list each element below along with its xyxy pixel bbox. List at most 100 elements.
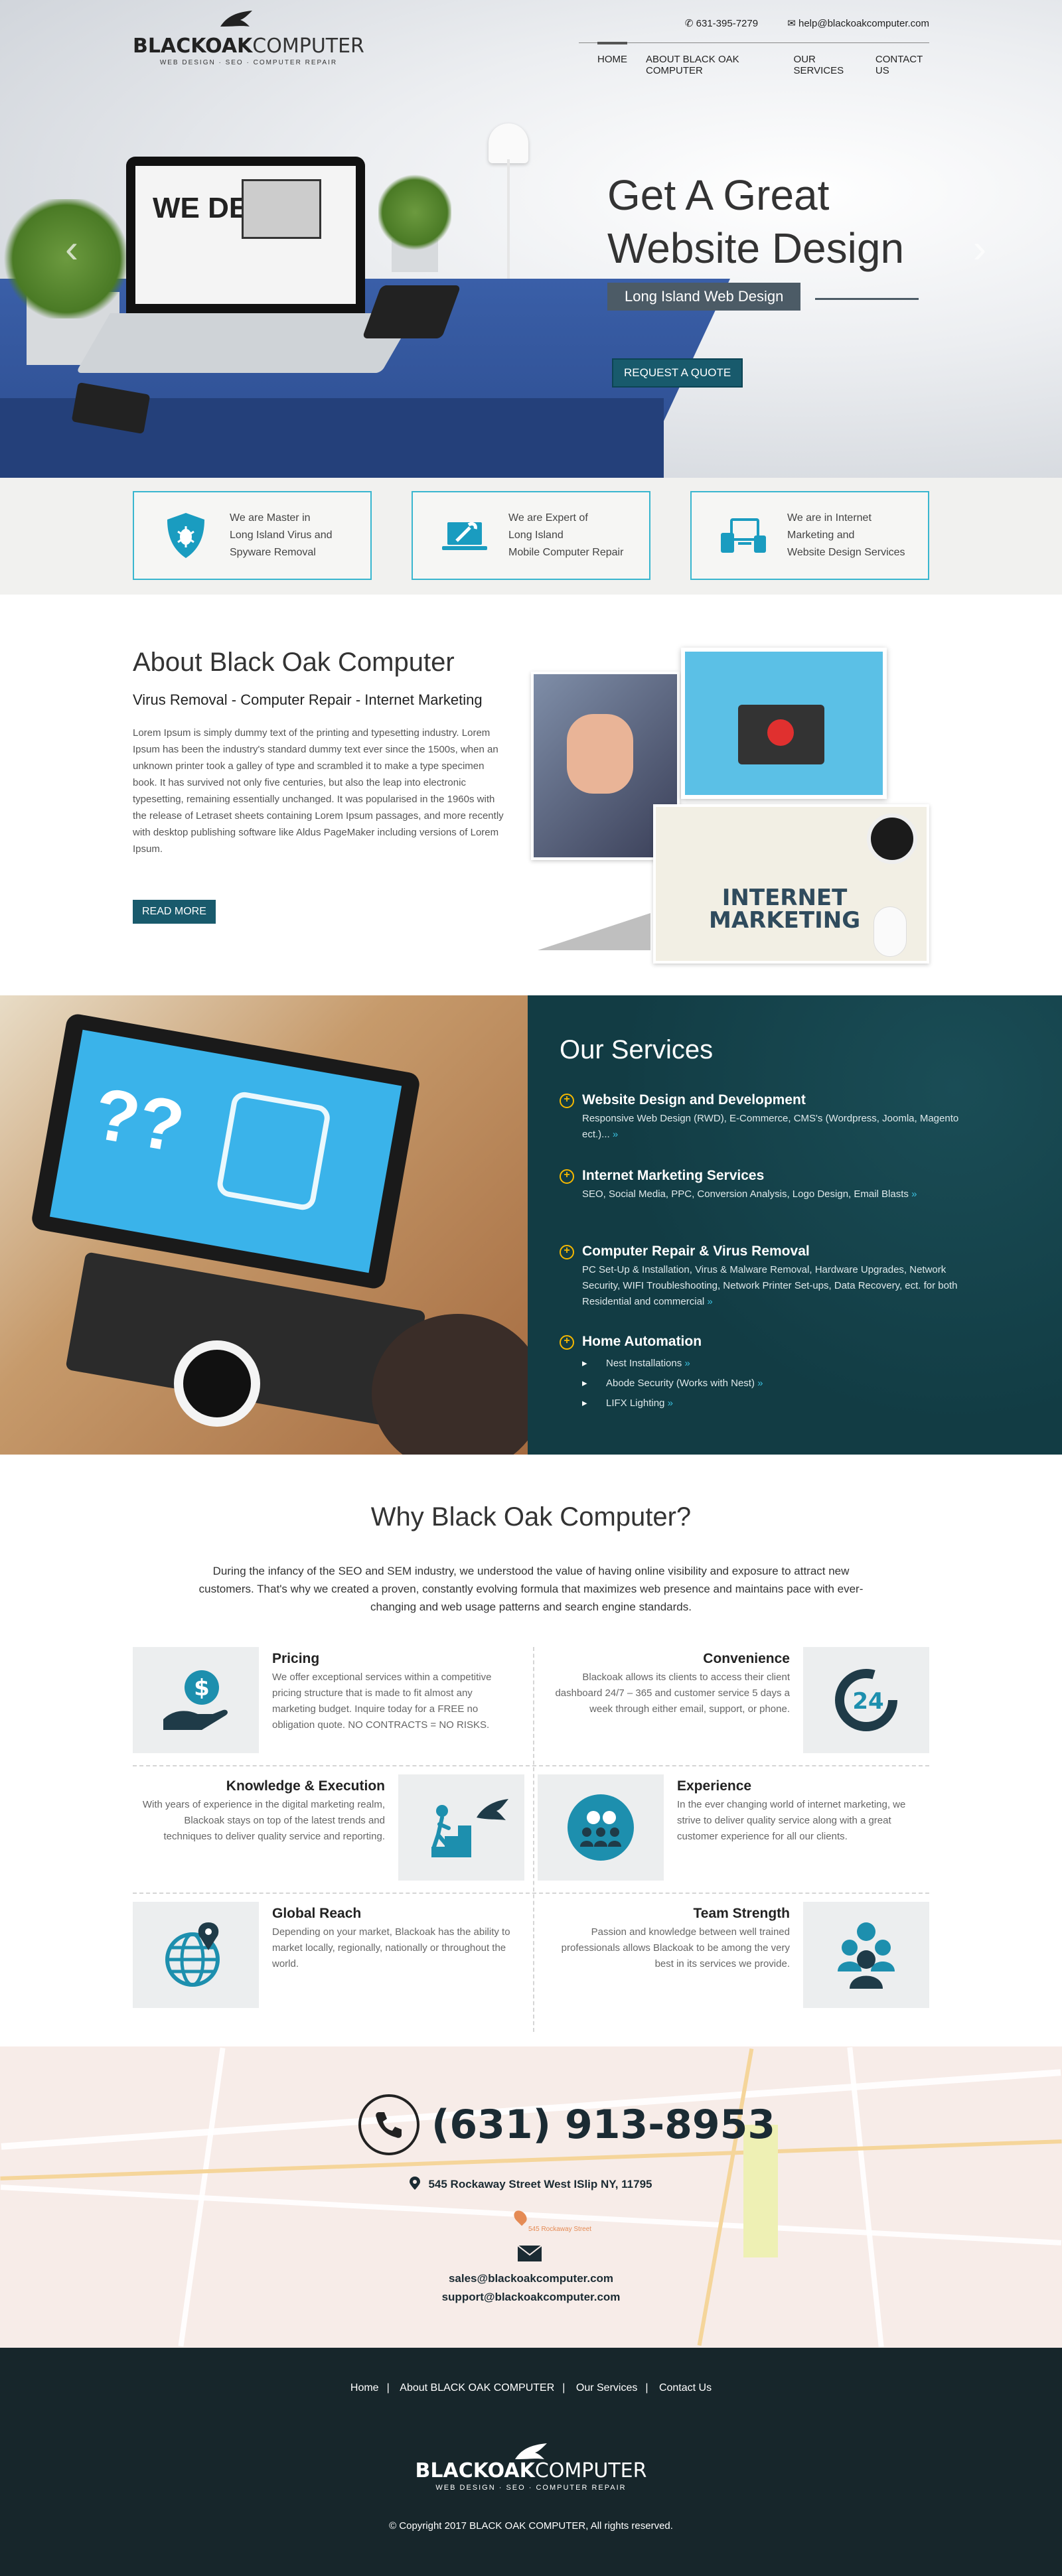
lamp-shade: [489, 123, 528, 163]
nav-home[interactable]: HOME: [597, 42, 628, 76]
why-item-knowledge: Knowledge & Execution With years of expe…: [133, 1774, 524, 1881]
more-arrow-icon[interactable]: »: [668, 1397, 673, 1409]
home-automation-list: Nest Installations » Abode Security (Wor…: [560, 1354, 971, 1413]
about-subtitle: Virus Removal - Computer Repair - Intern…: [133, 691, 483, 708]
support-email-link[interactable]: support@blackoakcomputer.com: [0, 2288, 1062, 2307]
svg-text:24: 24: [852, 1688, 883, 1715]
why-grid: $ Pricing We offer exceptional services …: [133, 1647, 929, 2032]
request-quote-button[interactable]: REQUEST A QUOTE: [612, 358, 743, 388]
question-marks: ??: [88, 1072, 190, 1169]
list-item[interactable]: LIFX Lighting »: [582, 1394, 971, 1413]
why-item-text: Convenience Blackoak allows its clients …: [544, 1651, 790, 1717]
feature-text: We are in Internet Marketing and Website…: [787, 512, 905, 558]
services-laptop-screen: ??: [49, 1029, 402, 1273]
services-laptop: ??: [30, 1012, 421, 1291]
about-collage: INTERNET MARKETING: [531, 648, 929, 964]
read-more-button[interactable]: READ MORE: [133, 900, 216, 924]
slider-next-arrow[interactable]: ›: [973, 226, 986, 271]
feature-text: We are Expert of Long Island Mobile Comp…: [508, 512, 624, 558]
tablet-in-screen: [242, 179, 321, 239]
features-section: We are Master in Long Island Virus and S…: [0, 478, 1062, 595]
feature-box-marketing[interactable]: We are in Internet Marketing and Website…: [690, 491, 929, 580]
collage-hand: [567, 714, 633, 794]
laptop-illustration: WE DESIGN: [76, 157, 416, 373]
footer-link-contact[interactable]: Contact Us: [659, 2382, 712, 2394]
collage-marketing-text: INTERNET MARKETING: [709, 885, 861, 934]
stairs-climber-icon: [418, 1799, 508, 1857]
why-item-title: Convenience: [703, 1651, 790, 1666]
copyright: © Copyright 2017 BLACK OAK COMPUTER, All…: [389, 2520, 673, 2532]
why-item-text: Knowledge & Execution With years of expe…: [139, 1778, 385, 1845]
more-arrow-icon[interactable]: »: [911, 1188, 917, 1200]
service-internet-marketing[interactable]: Internet Marketing Services SEO, Social …: [560, 1168, 971, 1202]
location-pin-icon: [410, 2177, 421, 2190]
more-arrow-icon[interactable]: »: [613, 1129, 618, 1140]
divider-vertical: [533, 1647, 534, 2032]
nav-contact[interactable]: CONTACT US: [875, 54, 929, 76]
more-arrow-icon[interactable]: »: [707, 1296, 712, 1307]
plant-right: [378, 173, 451, 252]
sales-email-link[interactable]: sales@blackoakcomputer.com: [0, 2269, 1062, 2288]
list-item[interactable]: Nest Installations »: [582, 1354, 971, 1374]
collage-marketing-photo: INTERNET MARKETING: [653, 804, 929, 964]
why-item-image: [538, 1774, 664, 1881]
footer-link-services[interactable]: Our Services: [576, 2382, 637, 2394]
footer-logo-tagline: WEB DESIGN · SEO · COMPUTER REPAIR: [435, 2484, 627, 2492]
feature-box-repair[interactable]: We are Expert of Long Island Mobile Comp…: [412, 491, 650, 580]
why-title: Why Black Oak Computer?: [370, 1502, 692, 1532]
footer-link-home[interactable]: Home: [350, 2382, 379, 2394]
mail-icon: [517, 2245, 542, 2261]
slider-prev-arrow[interactable]: ‹: [65, 226, 78, 271]
service-web-design[interactable]: Website Design and Development Responsiv…: [560, 1092, 971, 1143]
more-arrow-icon[interactable]: »: [684, 1358, 690, 1369]
contact-map-section[interactable]: 545 Rockaway Street (631) 913-8953 545 R…: [0, 2046, 1062, 2348]
list-item[interactable]: Abode Security (Works with Nest) »: [582, 1374, 971, 1394]
about-section: About Black Oak Computer Virus Removal -…: [0, 595, 1062, 995]
footer-link-about[interactable]: About BLACK OAK COMPUTER: [400, 2382, 554, 2394]
why-intro: During the infancy of the SEO and SEM in…: [198, 1565, 864, 1613]
phone-icon: [358, 2094, 419, 2155]
service-computer-repair[interactable]: Computer Repair & Virus Removal PC Set-U…: [560, 1244, 971, 1310]
clock-24-icon: 24: [835, 1669, 897, 1731]
divider-horizontal: [133, 1893, 929, 1894]
footer-logo-text: BLACKOAKCOMPUTER: [415, 2459, 647, 2482]
laptop-screen: WE DESIGN: [135, 166, 356, 304]
contact-address: 545 Rockaway Street West ISlip NY, 11795: [0, 2177, 1062, 2191]
contact-phone[interactable]: (631) 913-8953: [358, 2094, 775, 2155]
footer: Home | About BLACK OAK COMPUTER | Our Serv…: [0, 2348, 1062, 2576]
why-item-desc: We offer exceptional services within a c…: [272, 1672, 492, 1731]
footer-nav: Home | About BLACK OAK COMPUTER | Our Serv…: [350, 2382, 712, 2394]
nav-about[interactable]: ABOUT BLACK OAK COMPUTER: [646, 54, 775, 76]
hero-title: Get A Great Website Design: [607, 171, 905, 272]
top-phone[interactable]: ✆ 631-395-7279: [685, 18, 758, 29]
why-item-text: Team Strength Passion and knowledge betw…: [544, 1906, 790, 1972]
more-arrow-icon[interactable]: »: [757, 1378, 763, 1389]
services-section: ?? Our Services Website Design and Devel…: [0, 995, 1062, 1455]
logo[interactable]: BLACKOAKCOMPUTER WEB DESIGN · SEO · COMP…: [133, 11, 364, 66]
why-item-image: [133, 1902, 259, 2008]
why-item-title: Global Reach: [272, 1906, 362, 1921]
service-desc: Responsive Web Design (RWD), E-Commerce,…: [582, 1113, 959, 1140]
nav-services[interactable]: OUR SERVICES: [794, 54, 857, 76]
map-marker-icon[interactable]: [511, 2208, 530, 2226]
biohazard-icon: [767, 719, 794, 746]
why-item-image: 24: [803, 1647, 929, 1753]
footer-logo[interactable]: BLACKOAKCOMPUTER WEB DESIGN · SEO · COMP…: [0, 2442, 1062, 2492]
padlock-icon: [215, 1090, 332, 1212]
service-title: Home Automation: [560, 1334, 971, 1350]
lamp-stand: [507, 159, 510, 279]
why-item-title: Knowledge & Execution: [226, 1778, 385, 1794]
service-home-automation[interactable]: Home Automation Nest Installations » Abo…: [560, 1334, 971, 1413]
logo-tagline: WEB DESIGN · SEO · COMPUTER REPAIR: [159, 59, 338, 66]
top-email[interactable]: ✉ help@blackoakcomputer.com: [787, 18, 929, 29]
social-people-icon: [568, 1794, 634, 1861]
collage-shadow: [538, 913, 650, 950]
why-item-global-reach: Global Reach Depending on your market, B…: [133, 1902, 524, 2008]
why-item-text: Global Reach Depending on your market, B…: [272, 1906, 518, 1972]
feature-box-virus[interactable]: We are Master in Long Island Virus and S…: [133, 491, 372, 580]
services-panel: Our Services Website Design and Developm…: [528, 995, 1062, 1455]
why-item-desc: With years of experience in the digital …: [142, 1799, 385, 1842]
service-title: Internet Marketing Services: [560, 1168, 971, 1184]
why-item-desc: Blackoak allows its clients to access th…: [555, 1672, 790, 1715]
why-item-text: Experience In the ever changing world of…: [677, 1778, 923, 1845]
